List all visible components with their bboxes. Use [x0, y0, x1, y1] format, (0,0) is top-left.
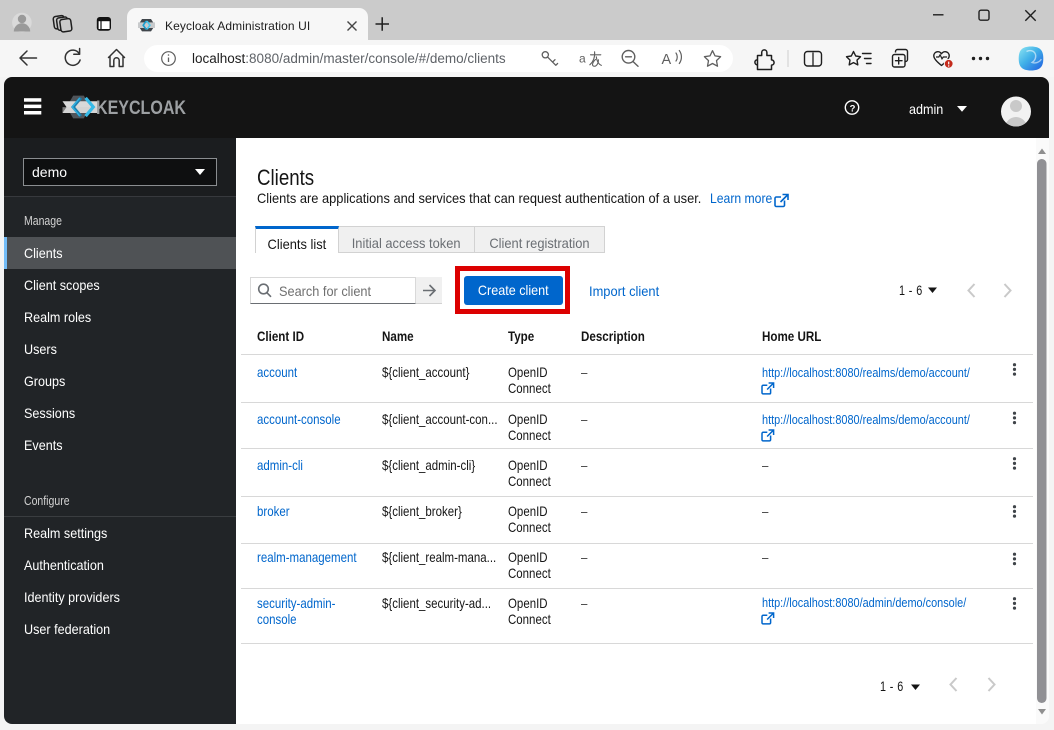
- svg-text:A: A: [662, 52, 672, 68]
- svg-text:a: a: [579, 52, 586, 66]
